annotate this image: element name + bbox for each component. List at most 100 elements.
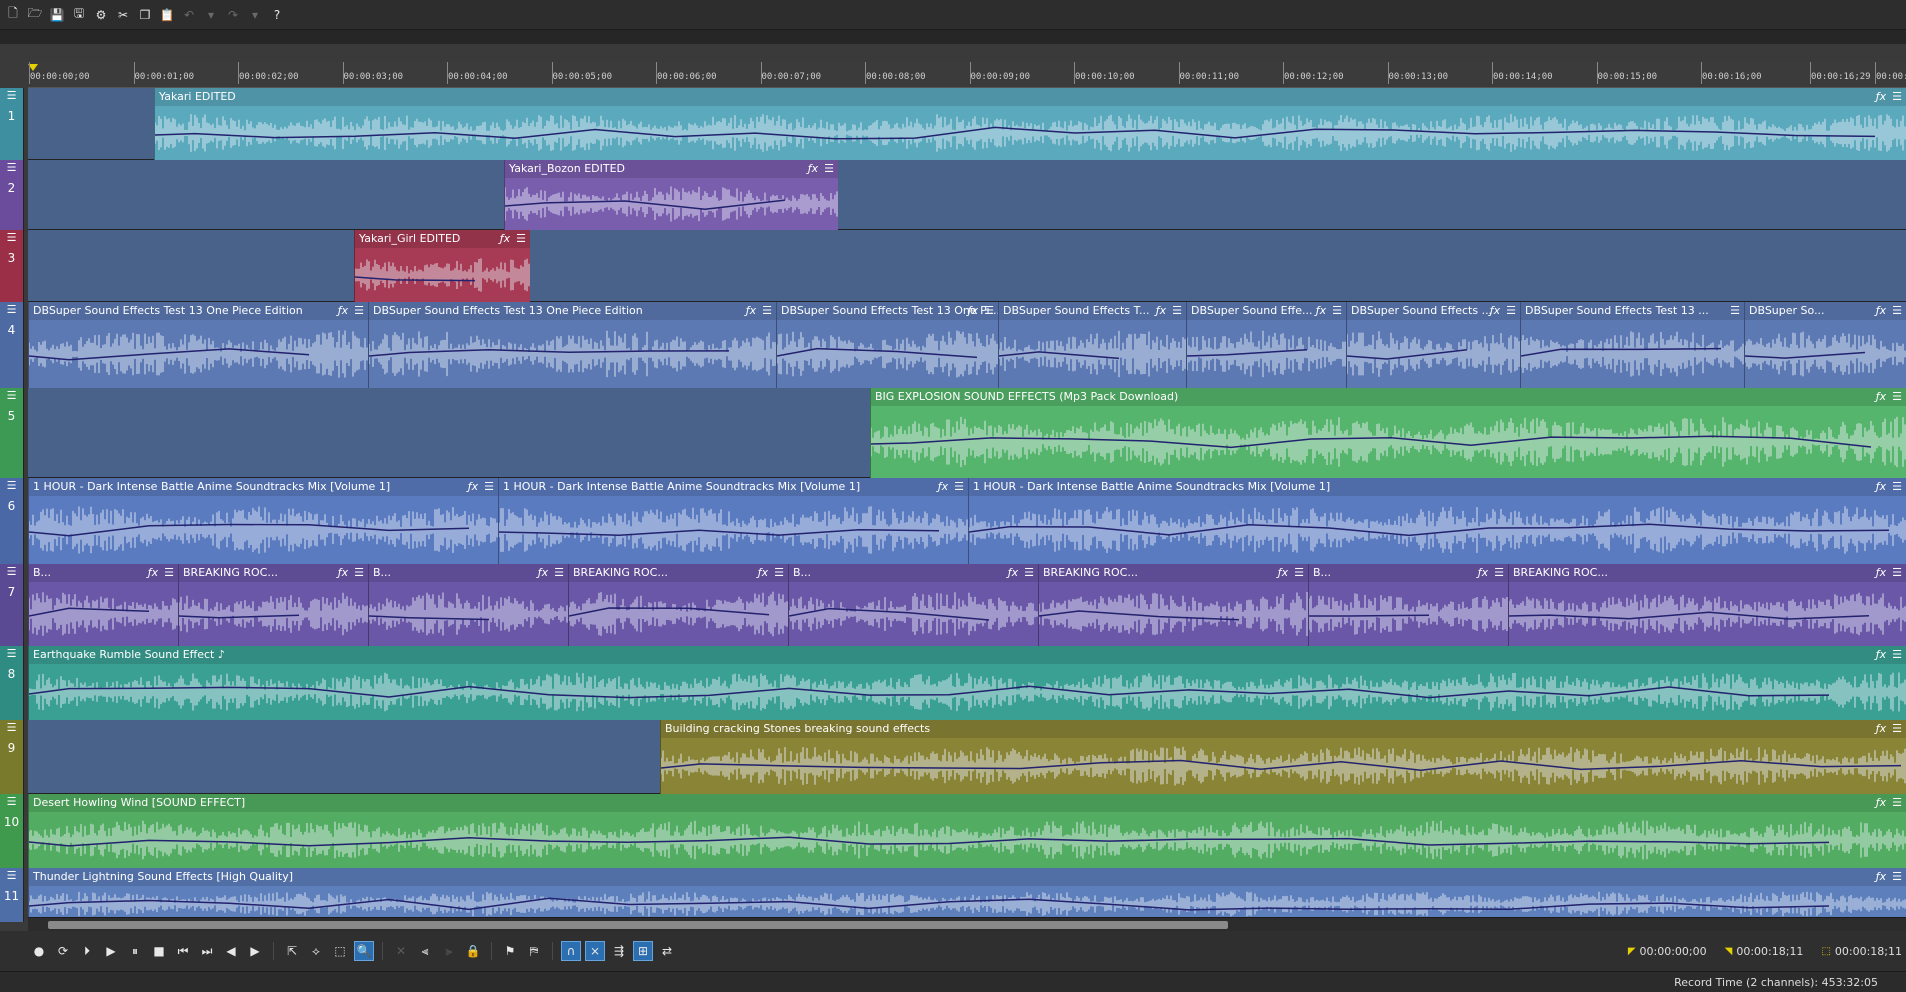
clip-menu-icon[interactable]: ☰ bbox=[164, 566, 174, 579]
audio-clip[interactable]: BREAKING ROC... ƒx ☰ bbox=[1038, 564, 1308, 646]
region-icon[interactable]: ⛿ bbox=[525, 942, 543, 960]
clip-menu-icon[interactable]: ☰ bbox=[1024, 566, 1034, 579]
clip-menu-icon[interactable]: ☰ bbox=[762, 304, 772, 317]
go-to-end-icon[interactable]: ⏭ bbox=[198, 942, 216, 960]
settings-gear-icon[interactable]: ⚙ bbox=[92, 6, 110, 24]
track-header[interactable]: ☰ 10 bbox=[0, 794, 24, 868]
pause-icon[interactable]: ⏸ bbox=[126, 942, 144, 960]
track-menu-icon[interactable]: ☰ bbox=[7, 870, 17, 881]
clip-menu-icon[interactable]: ☰ bbox=[1892, 870, 1902, 883]
clip-menu-icon[interactable]: ☰ bbox=[554, 566, 564, 579]
auto-scroll-icon[interactable]: ⇄ bbox=[658, 942, 676, 960]
track-lane[interactable]: Yakari_Bozon EDITED ƒx ☰ bbox=[28, 160, 1906, 230]
audio-clip[interactable]: Yakari_Bozon EDITED ƒx ☰ bbox=[504, 160, 838, 230]
fx-icon[interactable]: ƒx bbox=[1876, 390, 1886, 403]
audio-clip[interactable]: 1 HOUR - Dark Intense Battle Anime Sound… bbox=[968, 478, 1906, 564]
fx-icon[interactable]: ƒx bbox=[1876, 870, 1886, 883]
audio-clip[interactable]: DBSuper Sound Effects ... ƒx ☰ bbox=[1346, 302, 1520, 388]
fx-icon[interactable]: ƒx bbox=[538, 566, 548, 579]
audio-clip[interactable]: 1 HOUR - Dark Intense Battle Anime Sound… bbox=[28, 478, 498, 564]
selection-tool-icon[interactable]: ⬚ bbox=[331, 942, 349, 960]
track-header[interactable]: ☰ 11 bbox=[0, 868, 24, 922]
selection-length[interactable]: ⬚ 00:00:18;11 bbox=[1821, 945, 1902, 958]
fx-icon[interactable]: ƒx bbox=[1278, 566, 1288, 579]
volume-envelope[interactable] bbox=[1309, 614, 1430, 617]
scrollbar-thumb[interactable] bbox=[48, 921, 1228, 929]
track-header[interactable]: ☰ 2 bbox=[0, 160, 24, 230]
loop-icon[interactable]: ⟳ bbox=[54, 942, 72, 960]
clip-menu-icon[interactable]: ☰ bbox=[354, 566, 364, 579]
auto-crossfade-icon[interactable]: ⨯ bbox=[585, 941, 605, 961]
horizontal-scrollbar[interactable] bbox=[28, 917, 1906, 931]
fx-icon[interactable]: ƒx bbox=[938, 480, 948, 493]
redo-icon[interactable]: ↷ bbox=[224, 6, 242, 24]
clip-menu-icon[interactable]: ☰ bbox=[1494, 566, 1504, 579]
clip-menu-icon[interactable]: ☰ bbox=[1892, 390, 1902, 403]
play-icon[interactable]: ▶ bbox=[102, 942, 120, 960]
audio-clip[interactable]: DBSuper Sound Effects T... ƒx ☰ bbox=[998, 302, 1186, 388]
clip-menu-icon[interactable]: ☰ bbox=[954, 480, 964, 493]
audio-clip[interactable]: DBSuper So... ƒx ☰ bbox=[1744, 302, 1906, 388]
zoom-tool-icon[interactable]: 🔍 bbox=[354, 941, 374, 961]
track-menu-icon[interactable]: ☰ bbox=[7, 722, 17, 733]
track-menu-icon[interactable]: ☰ bbox=[7, 90, 17, 101]
track-lane[interactable]: DBSuper Sound Effects Test 13 One Piece … bbox=[28, 302, 1906, 388]
clip-menu-icon[interactable]: ☰ bbox=[1892, 480, 1902, 493]
track-header[interactable]: ☰ 7 bbox=[0, 564, 24, 646]
audio-clip[interactable]: Thunder Lightning Sound Effects [High Qu… bbox=[28, 868, 1906, 922]
trim-end-icon[interactable]: ⫸ bbox=[440, 942, 458, 960]
audio-clip[interactable]: BREAKING ROC... ƒx ☰ bbox=[1508, 564, 1906, 646]
fx-icon[interactable]: ƒx bbox=[1478, 566, 1488, 579]
track-menu-icon[interactable]: ☰ bbox=[7, 566, 17, 577]
fx-icon[interactable]: ƒx bbox=[1876, 722, 1886, 735]
stop-icon[interactable]: ■ bbox=[150, 942, 168, 960]
audio-clip[interactable]: DBSuper Sound Effe... ƒx ☰ bbox=[1186, 302, 1346, 388]
track-header[interactable]: ☰ 1 bbox=[0, 88, 24, 160]
track-lane[interactable]: B... ƒx ☰ BREAKING ROC... ƒx ☰ B... ƒx ☰ BREAKING… bbox=[28, 564, 1906, 646]
fx-icon[interactable]: ƒx bbox=[1876, 480, 1886, 493]
previous-frame-icon[interactable]: ◀ bbox=[222, 942, 240, 960]
fx-icon[interactable]: ƒx bbox=[1876, 648, 1886, 661]
track-lane[interactable]: BIG EXPLOSION SOUND EFFECTS (Mp3 Pack Do… bbox=[28, 388, 1906, 478]
track-menu-icon[interactable]: ☰ bbox=[7, 304, 17, 315]
fx-icon[interactable]: ƒx bbox=[148, 566, 158, 579]
paste-icon[interactable]: 📋 bbox=[158, 6, 176, 24]
clip-menu-icon[interactable]: ☰ bbox=[1892, 566, 1902, 579]
audio-clip[interactable]: DBSuper Sound Effects Test 13 One Pi... ƒ… bbox=[776, 302, 998, 388]
track-header[interactable]: ☰ 4 bbox=[0, 302, 24, 388]
clip-menu-icon[interactable]: ☰ bbox=[484, 480, 494, 493]
clip-menu-icon[interactable]: ☰ bbox=[354, 304, 364, 317]
audio-clip[interactable]: 1 HOUR - Dark Intense Battle Anime Sound… bbox=[498, 478, 968, 564]
copy-icon[interactable]: ❐ bbox=[136, 6, 154, 24]
track-lane[interactable]: Yakari_Girl EDITED ƒx ☰ bbox=[28, 230, 1906, 302]
track-lane[interactable]: Building cracking Stones breaking sound … bbox=[28, 720, 1906, 794]
track-lane[interactable]: Thunder Lightning Sound Effects [High Qu… bbox=[28, 868, 1906, 922]
marker-icon[interactable]: ⚑ bbox=[501, 942, 519, 960]
track-lane[interactable]: Yakari EDITED ƒx ☰ bbox=[28, 88, 1906, 160]
track-menu-icon[interactable]: ☰ bbox=[7, 162, 17, 173]
undo-dropdown-icon[interactable]: ▾ bbox=[202, 6, 220, 24]
clip-menu-icon[interactable]: ☰ bbox=[1892, 796, 1902, 809]
track-lane[interactable]: Earthquake Rumble Sound Effect ♪ ƒx ☰ bbox=[28, 646, 1906, 720]
fx-icon[interactable]: ƒx bbox=[808, 162, 818, 175]
lock-envelopes-icon[interactable]: ⊞ bbox=[633, 941, 653, 961]
cut-icon[interactable]: ✂ bbox=[114, 6, 132, 24]
audio-clip[interactable]: DBSuper Sound Effects Test 13 One Piece … bbox=[368, 302, 776, 388]
go-to-start-icon[interactable]: ⏮ bbox=[174, 942, 192, 960]
fx-icon[interactable]: ƒx bbox=[1876, 304, 1886, 317]
clip-menu-icon[interactable]: ☰ bbox=[1506, 304, 1516, 317]
audio-clip[interactable]: DBSuper Sound Effects Test 13 One Piece … bbox=[28, 302, 368, 388]
track-menu-icon[interactable]: ☰ bbox=[7, 232, 17, 243]
audio-clip[interactable]: B... ƒx ☰ bbox=[788, 564, 1038, 646]
fx-icon[interactable]: ƒx bbox=[468, 480, 478, 493]
track-menu-icon[interactable]: ☰ bbox=[7, 480, 17, 491]
track-menu-icon[interactable]: ☰ bbox=[7, 648, 17, 659]
ripple-edit-icon[interactable]: ⇶ bbox=[610, 942, 628, 960]
selection-start[interactable]: ◤ 00:00:00;00 bbox=[1628, 945, 1707, 958]
fx-icon[interactable]: ƒx bbox=[1876, 566, 1886, 579]
clip-menu-icon[interactable]: ☰ bbox=[1332, 304, 1342, 317]
trim-start-icon[interactable]: ⫷ bbox=[416, 942, 434, 960]
track-header[interactable]: ☰ 9 bbox=[0, 720, 24, 794]
envelope-tool-icon[interactable]: ⟡ bbox=[307, 942, 325, 960]
audio-clip[interactable]: BIG EXPLOSION SOUND EFFECTS (Mp3 Pack Do… bbox=[870, 388, 1906, 478]
